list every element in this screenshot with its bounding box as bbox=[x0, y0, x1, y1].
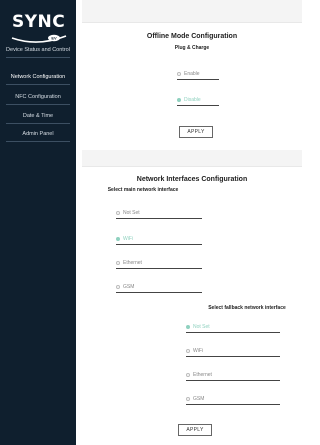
sidebar-item-device-status[interactable]: Device Status and Control bbox=[6, 47, 70, 58]
offline-mode-card: Offline Mode Configuration Plug & Charge… bbox=[82, 22, 302, 150]
brand-badge: EV bbox=[51, 36, 57, 41]
main-option-ethernet[interactable]: Ethernet bbox=[116, 257, 202, 269]
option-label: Not Set bbox=[193, 323, 210, 330]
option-label: Ethernet bbox=[123, 259, 142, 266]
network-interfaces-title: Network Interfaces Configuration bbox=[136, 176, 248, 183]
radio-icon bbox=[186, 372, 190, 377]
option-label: Disable bbox=[184, 96, 201, 103]
radio-icon bbox=[116, 284, 120, 289]
fallback-option-ethernet[interactable]: Ethernet bbox=[186, 369, 280, 381]
sidebar-item-admin-panel[interactable]: Admin Panel bbox=[6, 131, 70, 142]
network-apply-button[interactable]: APPLY bbox=[178, 424, 212, 436]
section-gap bbox=[82, 150, 302, 166]
sync-logo: SYNC EV bbox=[8, 10, 68, 46]
option-label: GSM bbox=[123, 283, 135, 290]
main-option-wifi[interactable]: WiFi bbox=[116, 233, 202, 245]
main-option-not-set[interactable]: Not Set bbox=[116, 207, 202, 219]
offline-mode-title: Offline Mode Configuration bbox=[146, 33, 238, 40]
main-interface-label: Select main network interface bbox=[107, 187, 179, 193]
sidebar-item-date-time[interactable]: Date & Time bbox=[6, 113, 70, 124]
brand-name: SYNC bbox=[12, 12, 66, 32]
option-label: Enable bbox=[184, 70, 200, 77]
fallback-option-wifi[interactable]: WiFi bbox=[186, 345, 280, 357]
offline-option-enable[interactable]: Enable bbox=[177, 68, 219, 80]
offline-apply-button[interactable]: APPLY bbox=[179, 126, 213, 138]
option-label: WiFi bbox=[193, 347, 203, 354]
logo-swoosh-icon: EV bbox=[11, 34, 67, 43]
radio-icon bbox=[186, 348, 190, 353]
fallback-option-gsm[interactable]: GSM bbox=[186, 393, 280, 405]
offline-option-disable[interactable]: Disable bbox=[177, 94, 219, 106]
option-label: GSM bbox=[193, 395, 205, 402]
plug-charge-label: Plug & Charge bbox=[174, 45, 210, 51]
fallback-interface-label: Select fallback network interface bbox=[208, 305, 286, 311]
sidebar-item-network-configuration[interactable]: Network Configuration bbox=[6, 74, 70, 85]
sidebar-item-nfc-configuration[interactable]: NFC Configuration bbox=[6, 94, 70, 105]
radio-icon bbox=[116, 260, 120, 265]
main-option-gsm[interactable]: GSM bbox=[116, 281, 202, 293]
option-label: Ethernet bbox=[193, 371, 212, 378]
radio-icon bbox=[186, 396, 190, 401]
option-label: Not Set bbox=[123, 209, 140, 216]
option-label: WiFi bbox=[123, 235, 133, 242]
network-interfaces-card: Network Interfaces Configuration Select … bbox=[82, 166, 302, 445]
radio-icon bbox=[116, 236, 120, 241]
radio-icon bbox=[177, 97, 181, 102]
radio-icon bbox=[186, 324, 190, 329]
page-background bbox=[82, 0, 302, 22]
fallback-option-not-set[interactable]: Not Set bbox=[186, 321, 280, 333]
sidebar: SYNC EV Device Status and Control Networ… bbox=[0, 0, 76, 445]
radio-icon bbox=[116, 210, 120, 215]
radio-icon bbox=[177, 71, 181, 76]
